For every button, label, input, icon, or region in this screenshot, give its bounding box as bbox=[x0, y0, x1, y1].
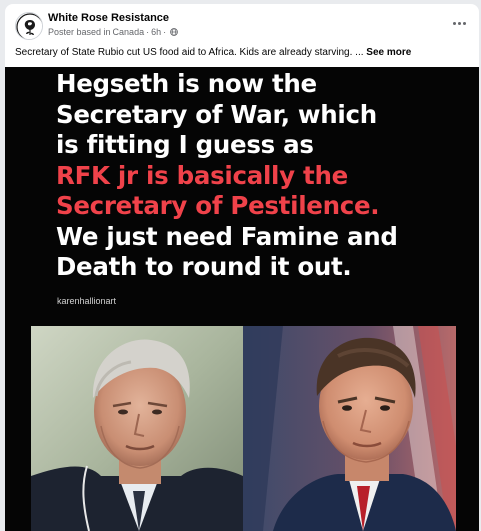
artist-credit: karenhallionart bbox=[57, 296, 117, 306]
post-card: White Rose Resistance Poster based in Ca… bbox=[5, 4, 479, 531]
meta-label: Poster based in bbox=[48, 27, 111, 37]
rose-logo-icon bbox=[16, 13, 42, 39]
more-options-icon[interactable] bbox=[449, 16, 469, 30]
location-link[interactable]: Canada bbox=[113, 27, 145, 37]
post-image[interactable]: Hegseth is now the Secretary of War, whi… bbox=[5, 67, 479, 531]
meme-text: Hegseth is now the Secretary of War, whi… bbox=[56, 69, 466, 283]
meme-line: Hegseth is now the bbox=[56, 69, 317, 98]
globe-icon[interactable] bbox=[170, 28, 178, 36]
meme-line: Secretary of War, which bbox=[56, 99, 377, 129]
photo-left-portrait bbox=[31, 326, 243, 531]
post-meta: Poster based in Canada · 6h · bbox=[48, 27, 178, 37]
meta-separator: · bbox=[146, 27, 150, 37]
post-header: White Rose Resistance Poster based in Ca… bbox=[5, 4, 479, 44]
page-name-link[interactable]: White Rose Resistance bbox=[48, 12, 169, 24]
caption-text: Secretary of State Rubio cut US food aid… bbox=[15, 47, 364, 58]
page-avatar[interactable] bbox=[15, 12, 43, 40]
photo-right-portrait bbox=[243, 326, 456, 531]
post-caption: Secretary of State Rubio cut US food aid… bbox=[15, 47, 411, 58]
meme-line-highlight: RFK jr is basically the bbox=[56, 160, 348, 190]
meme-line: Death to round it out. bbox=[56, 252, 352, 281]
post-timestamp[interactable]: 6h bbox=[151, 27, 161, 37]
meta-separator-2: · bbox=[163, 27, 167, 37]
meme-line: is fitting I guess as bbox=[56, 130, 314, 159]
see-more-link[interactable]: See more bbox=[366, 47, 411, 58]
meme-line-highlight: Secretary of Pestilence. bbox=[56, 191, 380, 220]
meme-line: We just need Famine and bbox=[56, 221, 398, 251]
